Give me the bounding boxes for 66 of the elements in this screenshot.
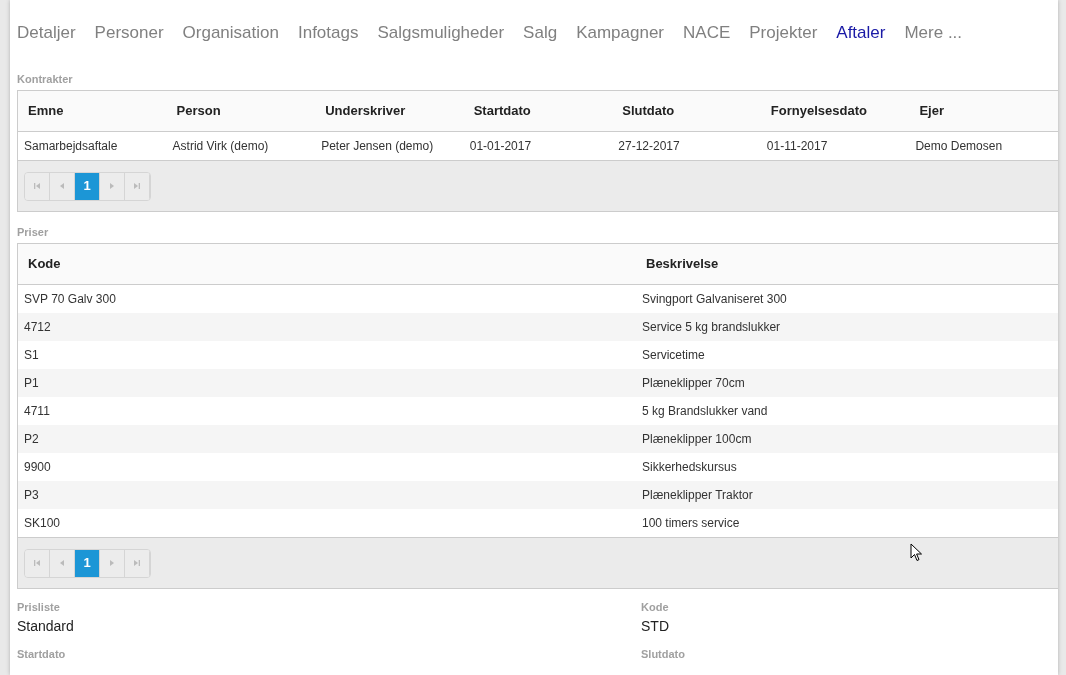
tab[interactable]: Salgsmuligheder xyxy=(377,21,505,45)
table-cell-text: P1 xyxy=(23,375,40,392)
field-label: Startdato xyxy=(17,647,67,661)
tab[interactable]: Detaljer xyxy=(17,21,76,45)
tab[interactable]: Organisation xyxy=(182,21,279,45)
table-cell-text: Astrid Virk (demo) xyxy=(171,138,270,155)
table-cell-text: 5 kg Brandslukker vand xyxy=(641,403,769,420)
table-cell-text: P3 xyxy=(23,487,40,504)
section-label: Priser xyxy=(17,225,50,239)
column-header[interactable]: Ejer xyxy=(909,101,1058,121)
table-cell-text: 4712 xyxy=(23,319,52,336)
previous-icon xyxy=(58,182,66,190)
table-cell-text: Svingport Galvaniseret 300 xyxy=(641,291,788,308)
column-header[interactable]: Slutdato xyxy=(612,101,761,121)
page-button[interactable]: 1 xyxy=(75,549,100,577)
mouse-cursor-icon xyxy=(910,543,923,562)
page-button[interactable]: 1 xyxy=(75,172,100,200)
table-cell-text: Peter Jensen (demo) xyxy=(320,138,435,155)
field-value: STD xyxy=(641,617,670,635)
column-header[interactable]: Emne xyxy=(18,101,167,121)
column-header[interactable]: Beskrivelse xyxy=(636,254,1058,274)
column-header[interactable]: Underskriver xyxy=(315,101,464,121)
table-cell-text: S1 xyxy=(23,347,40,364)
table-cell-text: Plæneklipper 70cm xyxy=(641,375,746,392)
tab[interactable]: Aftaler xyxy=(836,21,886,45)
first-page-button[interactable] xyxy=(25,172,50,200)
table-cell-text: SK100 xyxy=(23,515,62,532)
table-cell-text: Plæneklipper Traktor xyxy=(641,487,754,504)
first-icon xyxy=(33,559,41,567)
column-header[interactable]: Startdato xyxy=(463,101,613,121)
table-cell-text: Servicetime xyxy=(641,347,706,364)
section-label: Kontrakter xyxy=(17,72,74,86)
table-cell-text: Service 5 kg brandslukker xyxy=(641,319,782,336)
tab[interactable]: NACE xyxy=(683,21,731,45)
table-cell-text: 27-12-2017 xyxy=(617,138,681,155)
table-cell-text: 100 timers service xyxy=(641,515,741,532)
tab[interactable]: Projekter xyxy=(749,21,818,45)
table-cell-text: Demo Demosen xyxy=(914,138,1004,155)
column-header[interactable]: Person xyxy=(166,101,316,121)
last-icon xyxy=(133,559,141,567)
column-header[interactable]: Kode xyxy=(18,254,636,274)
tab[interactable]: Infotags xyxy=(297,21,359,45)
previous-icon xyxy=(58,559,66,567)
table-cell-text: 01-11-2017 xyxy=(765,138,829,155)
field-label: Slutdato xyxy=(641,647,686,661)
table-cell-text: 9900 xyxy=(23,459,52,476)
first-icon xyxy=(33,182,41,190)
last-icon xyxy=(133,182,141,190)
table-cell-text: P2 xyxy=(23,431,40,448)
table-cell-text: SVP 70 Galv 300 xyxy=(23,291,117,308)
first-page-button[interactable] xyxy=(25,549,50,577)
table-cell-text: Plæneklipper 100cm xyxy=(641,431,753,448)
tab[interactable]: Mere ... xyxy=(904,21,963,45)
tab[interactable]: Kampagner xyxy=(576,21,665,45)
tab[interactable]: Salg xyxy=(523,21,558,45)
field-label: Kode xyxy=(641,600,670,614)
column-header[interactable]: Fornyelsesdato xyxy=(760,101,910,121)
table-cell-text: Sikkerhedskursus xyxy=(641,459,738,476)
table-cell-text: 4711 xyxy=(23,403,51,420)
next-icon xyxy=(108,559,116,567)
field-value: Standard xyxy=(17,617,75,635)
tab[interactable]: Personer xyxy=(94,21,164,45)
table-cell-text: Samarbejdsaftale xyxy=(23,138,119,155)
table-cell-text: 01-01-2017 xyxy=(468,138,533,155)
field-label: Prisliste xyxy=(17,600,61,614)
next-icon xyxy=(108,182,116,190)
